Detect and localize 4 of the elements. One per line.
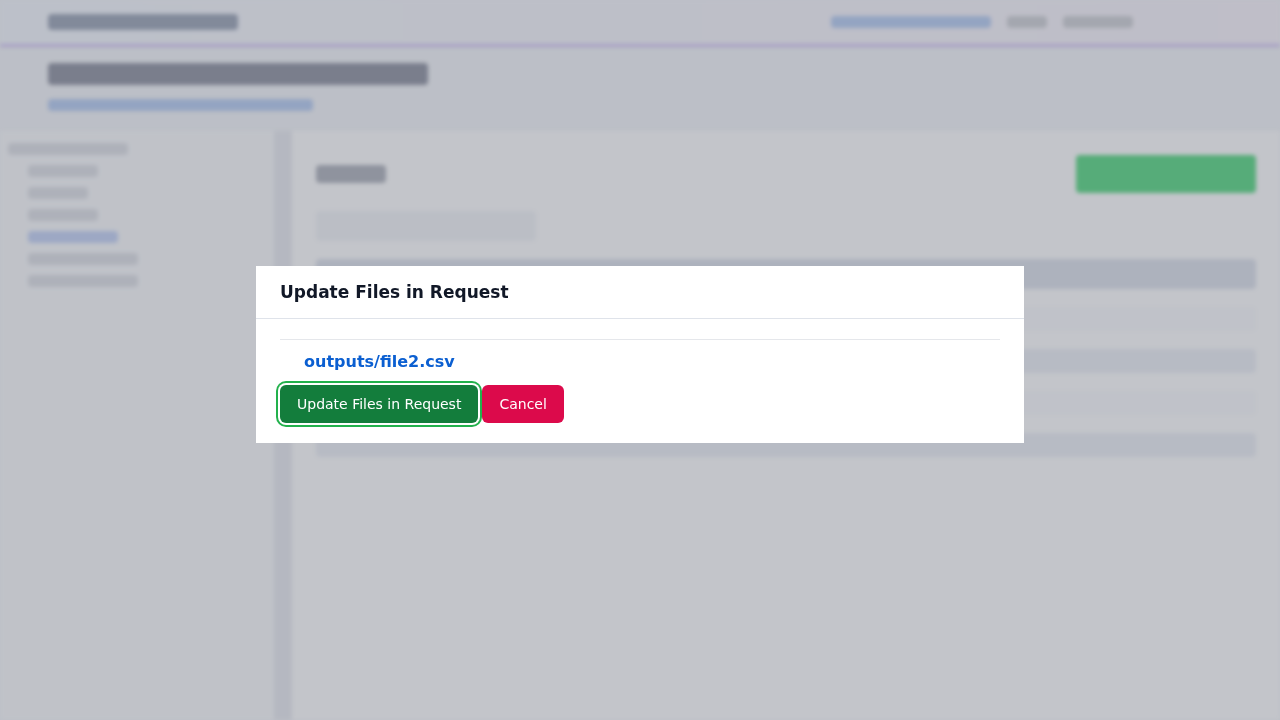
cancel-button[interactable]: Cancel — [482, 385, 564, 423]
dialog-title: Update Files in Request — [280, 282, 509, 302]
file-link[interactable]: outputs/file2.csv — [304, 352, 455, 371]
section-title — [316, 165, 386, 183]
